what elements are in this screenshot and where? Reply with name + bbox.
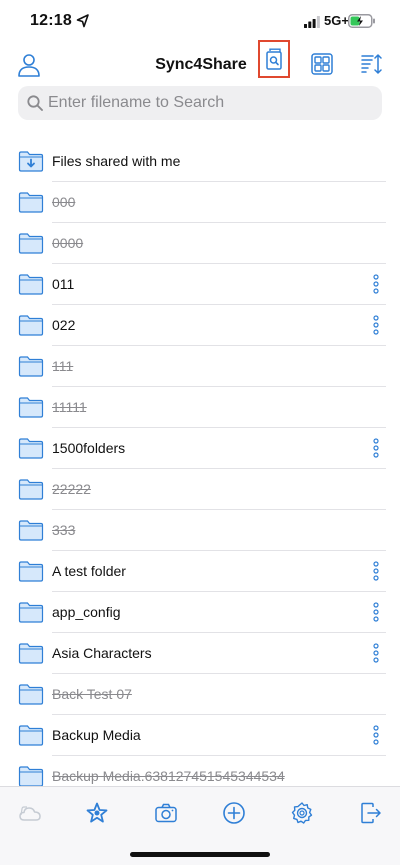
page-title: Sync4Share [0, 56, 400, 74]
file-row[interactable]: Back Test 07 [0, 674, 400, 715]
file-row[interactable]: Files shared with me [0, 141, 400, 182]
search-bar[interactable] [18, 86, 382, 120]
file-name: Files shared with me [52, 153, 181, 169]
network-type: 5G+ [324, 13, 349, 28]
file-row[interactable]: 333 [0, 510, 400, 551]
logout-icon[interactable] [359, 801, 383, 825]
file-name: 333 [52, 522, 76, 538]
file-row[interactable]: Asia Characters [0, 633, 400, 674]
file-name: 000 [52, 194, 76, 210]
cloud-icon[interactable] [18, 801, 42, 825]
shared-folder-icon [18, 151, 44, 172]
more-options-icon[interactable] [372, 725, 380, 745]
file-name: 11111 [52, 399, 87, 415]
star-icon[interactable] [85, 801, 109, 825]
more-options-icon[interactable] [372, 438, 380, 458]
folder-icon [18, 684, 44, 705]
more-options-icon[interactable] [372, 315, 380, 335]
file-name: 22222 [52, 481, 91, 497]
file-row[interactable]: Backup Media [0, 715, 400, 756]
more-options-icon[interactable] [372, 602, 380, 622]
battery-charging-icon [348, 14, 375, 28]
folder-icon [18, 356, 44, 377]
more-options-icon[interactable] [372, 643, 380, 663]
search-files-button[interactable] [258, 40, 290, 78]
folder-icon [18, 192, 44, 213]
file-name: 0000 [52, 235, 84, 251]
signal-icon [304, 16, 320, 28]
file-name: app_config [52, 604, 121, 620]
file-name: 022 [52, 317, 76, 333]
file-row[interactable]: 011 [0, 264, 400, 305]
grid-view-icon[interactable] [310, 52, 334, 76]
folder-icon [18, 520, 44, 541]
camera-icon[interactable] [154, 801, 178, 825]
folder-icon [18, 233, 44, 254]
document-search-icon [266, 48, 282, 70]
file-row[interactable]: 0000 [0, 223, 400, 264]
file-name: 111 [52, 358, 74, 374]
status-time: 12:18 [30, 12, 72, 29]
folder-icon [18, 397, 44, 418]
file-row[interactable]: 111 [0, 346, 400, 387]
file-name: 011 [52, 276, 75, 292]
nav-header: Sync4Share [0, 40, 400, 86]
search-input[interactable] [48, 86, 368, 120]
folder-icon [18, 766, 44, 787]
file-row[interactable]: 11111 [0, 387, 400, 428]
folder-icon [18, 479, 44, 500]
page-title-text: Sync4Share [155, 56, 247, 73]
file-row[interactable]: 000 [0, 182, 400, 223]
folder-icon [18, 561, 44, 582]
home-indicator [130, 852, 270, 857]
file-name: Asia Characters [52, 645, 152, 661]
folder-icon [18, 643, 44, 664]
file-name: Backup Media [52, 727, 141, 743]
file-name: Back Test 07 [52, 686, 132, 702]
folder-icon [18, 274, 44, 295]
gear-icon[interactable] [290, 801, 314, 825]
file-name: Backup Media.638127451545344534 [52, 768, 285, 784]
file-row[interactable]: 022 [0, 305, 400, 346]
file-name: A test folder [52, 563, 126, 579]
location-arrow-icon [76, 14, 89, 28]
plus-circle-icon[interactable] [222, 801, 246, 825]
folder-icon [18, 315, 44, 336]
file-row[interactable]: app_config [0, 592, 400, 633]
folder-icon [18, 725, 44, 746]
file-name: 1500folders [52, 440, 126, 456]
sort-icon[interactable] [360, 52, 384, 76]
more-options-icon[interactable] [372, 561, 380, 581]
file-list: Files shared with me 000 0000 011 022 111 1111… [0, 141, 400, 797]
search-icon [27, 95, 43, 111]
file-row[interactable]: A test folder [0, 551, 400, 592]
status-bar: 12:18 5G+ [0, 0, 400, 44]
folder-icon [18, 602, 44, 623]
file-row[interactable]: 1500folders [0, 428, 400, 469]
more-options-icon[interactable] [372, 274, 380, 294]
file-row[interactable]: 22222 [0, 469, 400, 510]
folder-icon [18, 438, 44, 459]
